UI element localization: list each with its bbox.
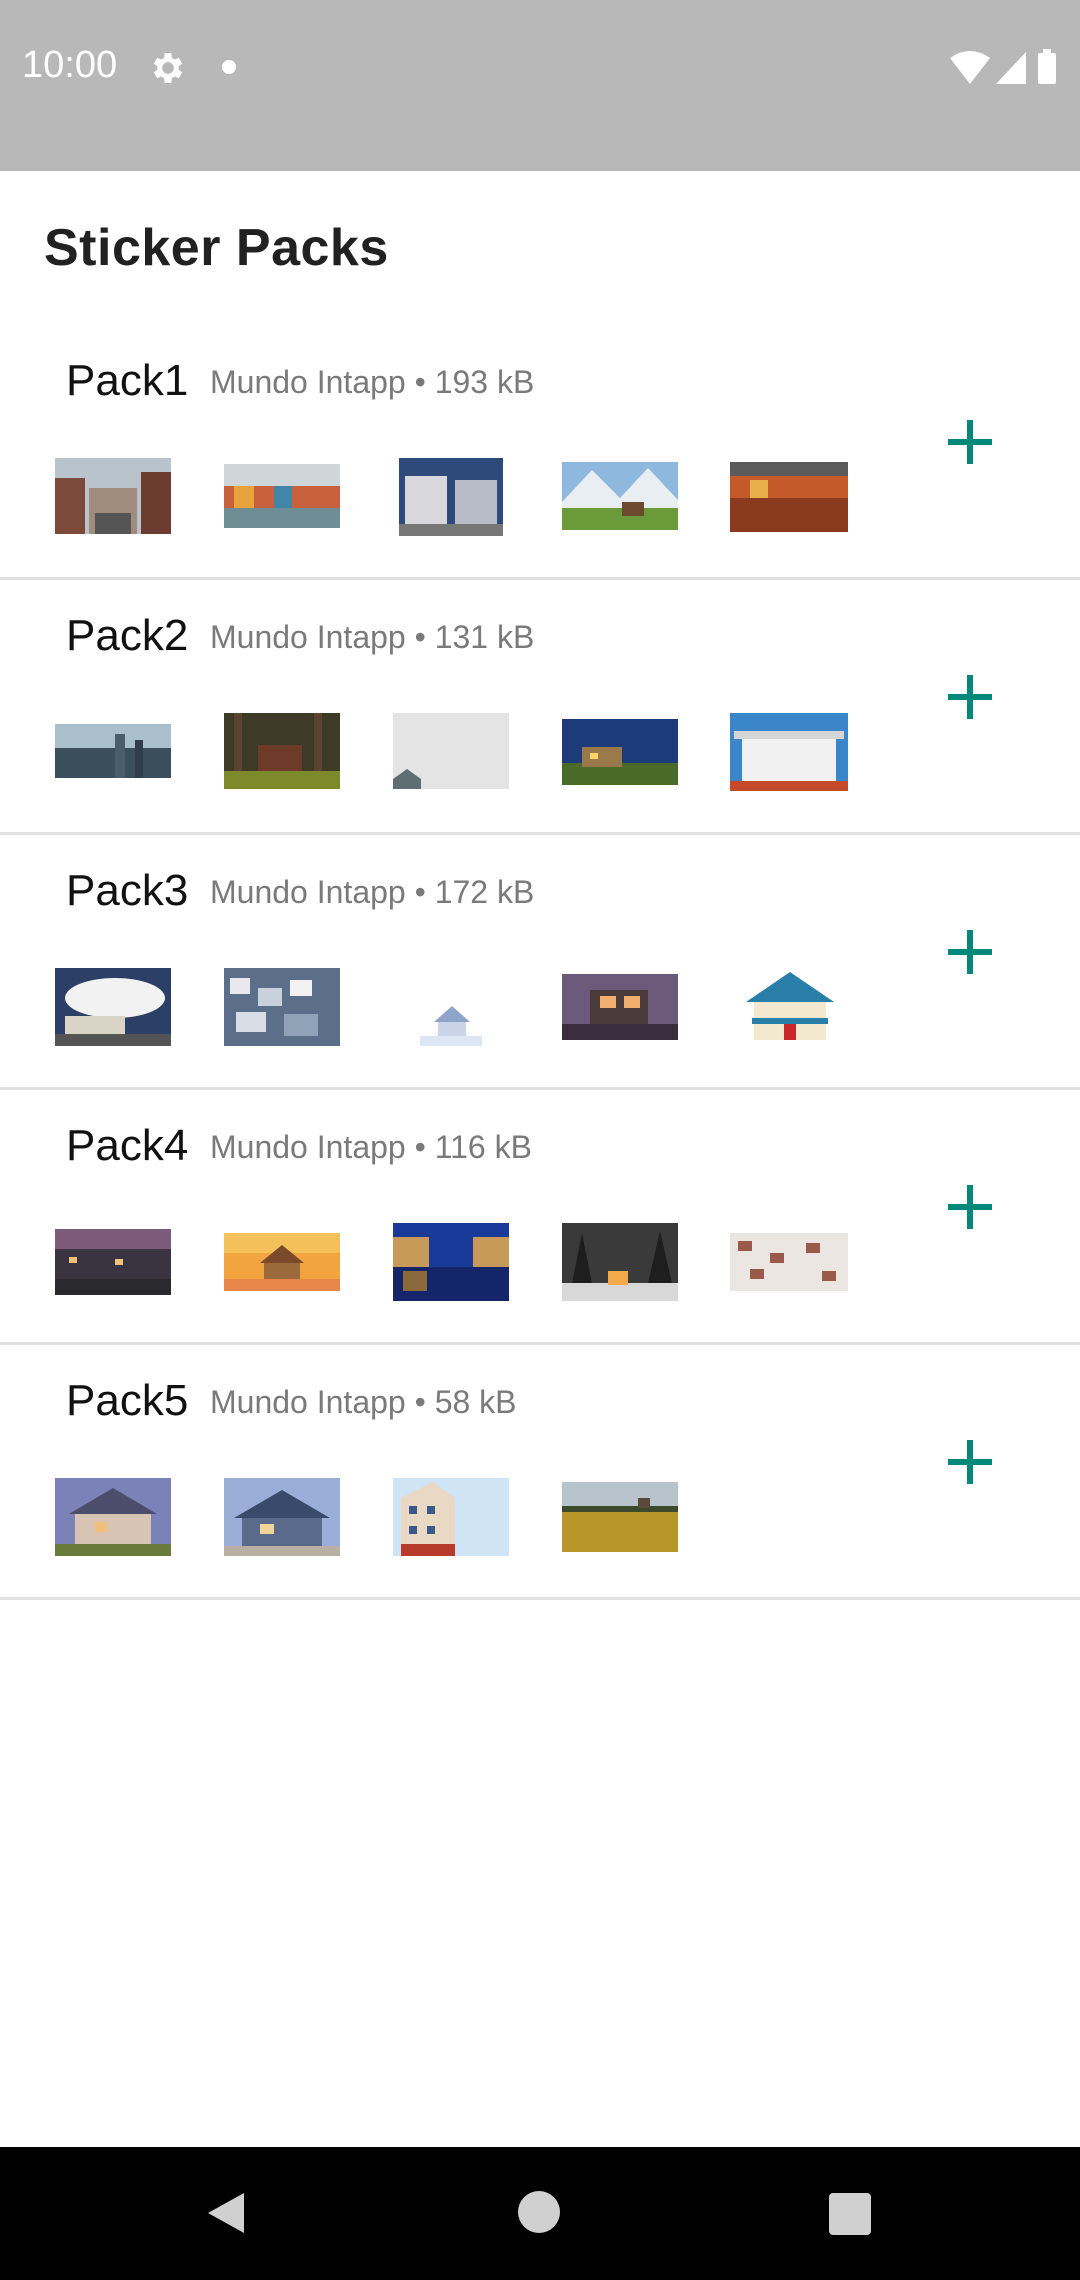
pack-row-2[interactable]: Pack2 Mundo Intapp • 131 kB [0, 577, 1080, 835]
thumbnail-white-mansion [730, 713, 848, 791]
pack-meta: Mundo Intapp • 58 kB [210, 1384, 517, 1420]
pack-row-4[interactable]: Pack4 Mundo Intapp • 116 kB [0, 1087, 1080, 1345]
pack-meta: Mundo Intapp • 131 kB [210, 619, 535, 655]
pack-meta: Mundo Intapp • 172 kB [210, 874, 535, 910]
status-bar: 10:00 [0, 0, 1080, 171]
thumbnail-canal-night [393, 1223, 509, 1301]
pack-name: Pack3 [66, 866, 189, 915]
thumbnail-blue-night-house [562, 719, 678, 785]
thumbnail-sunset-hut [224, 1233, 340, 1291]
battery-icon [1038, 49, 1056, 84]
thumbnail-blue-roof-house [738, 968, 842, 1046]
thumbnail-snow-cottage [420, 996, 482, 1046]
thumbnail-dusk-street [55, 1229, 171, 1295]
wifi-icon [950, 51, 990, 84]
pack-name: Pack1 [66, 356, 189, 405]
thumbnail-city-skyline [55, 724, 171, 778]
thumbnail-snowy-forest-cabin [562, 1223, 678, 1301]
gear-icon [153, 53, 183, 83]
add-icon[interactable] [940, 922, 1000, 982]
recents-icon[interactable] [829, 2193, 871, 2235]
pack-meta: Mundo Intapp • 193 kB [210, 364, 535, 400]
pack-row-3[interactable]: Pack3 Mundo Intapp • 172 kB [0, 832, 1080, 1090]
thumbnail-forest-cabin [224, 713, 340, 789]
pack-row-5[interactable]: Pack5 Mundo Intapp • 58 kB [0, 1342, 1080, 1600]
thumbnail-city-street [55, 458, 171, 534]
thumbnail-colorful-harbor-houses [224, 464, 340, 528]
pack-name: Pack4 [66, 1121, 189, 1170]
status-icons [950, 48, 1060, 88]
add-icon[interactable] [940, 667, 1000, 727]
notification-dot-icon [222, 60, 236, 74]
navigation-bar [0, 2147, 1080, 2280]
signal-icon [996, 52, 1026, 84]
back-icon[interactable] [204, 2191, 246, 2235]
add-icon[interactable] [940, 1432, 1000, 1492]
thumbnail-white-rooftops [730, 1233, 848, 1291]
thumbnail-victorian-houses [399, 458, 503, 536]
thumbnail-foggy-roof [393, 713, 509, 789]
thumbnail-blue-suburban-house [224, 1478, 340, 1556]
thumbnail-mountain-valley-house [562, 462, 678, 530]
add-icon[interactable] [940, 1177, 1000, 1237]
pack-meta: Mundo Intapp • 116 kB [210, 1129, 532, 1165]
page-title: Sticker Packs [44, 219, 389, 277]
thumbnail-suburban-house-dusk [55, 1478, 171, 1556]
thumbnail-hillside-town [224, 968, 340, 1046]
status-time: 10:00 [22, 44, 118, 86]
thumbnail-modern-lit-house [562, 974, 678, 1040]
thumbnail-cloudy-farmhouse [55, 968, 171, 1046]
thumbnail-corner-building [393, 1478, 509, 1556]
pack-name: Pack5 [66, 1376, 189, 1425]
pack-row-1[interactable]: Pack1 Mundo Intapp • 193 kB [0, 322, 1080, 580]
thumbnail-autumn-lake-houses [730, 462, 848, 532]
pack-name: Pack2 [66, 611, 189, 660]
add-icon[interactable] [940, 412, 1000, 472]
thumbnail-wheat-field [562, 1482, 678, 1552]
home-icon[interactable] [518, 2191, 560, 2233]
